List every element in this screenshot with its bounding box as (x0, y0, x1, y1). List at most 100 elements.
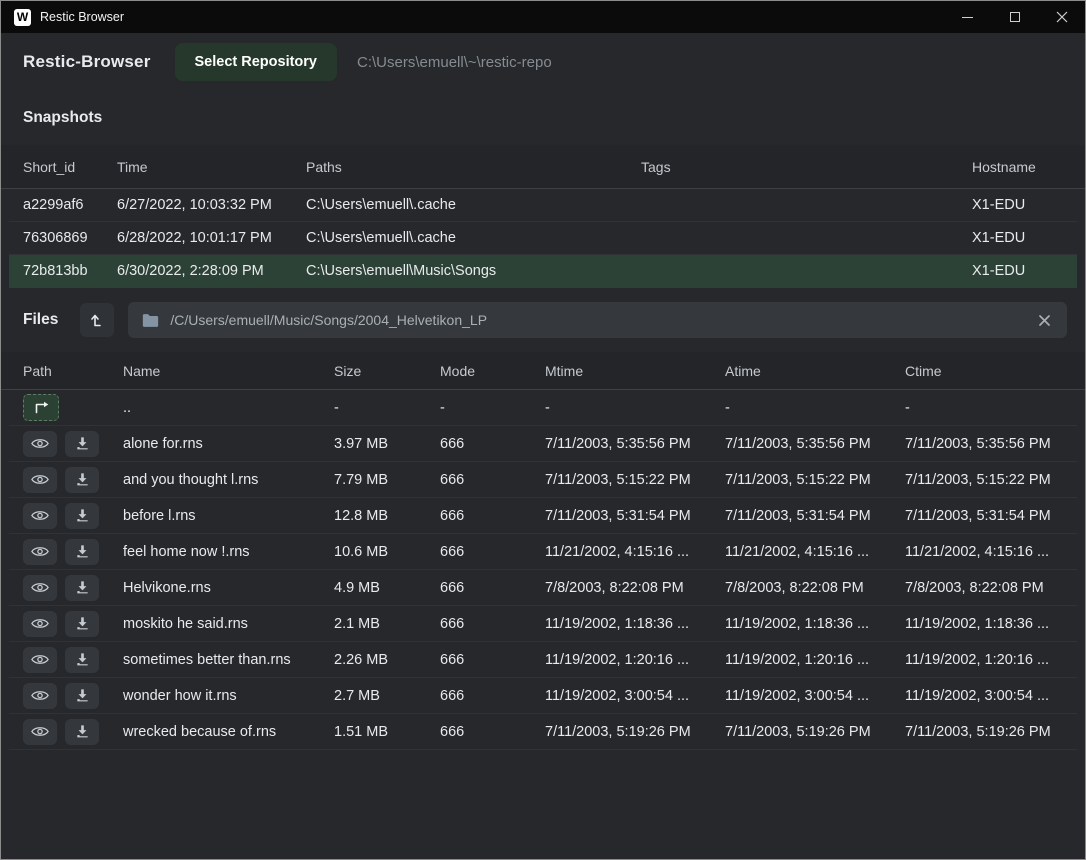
snapshot-row-selected[interactable]: 72b813bb 6/30/2022, 2:28:09 PM C:\Users\… (9, 255, 1077, 288)
column-header-tags: Tags (641, 159, 972, 175)
repository-path: C:\Users\emuell\~\restic-repo (357, 54, 552, 71)
file-row[interactable]: feel home now !.rns 10.6 MB 666 11/21/20… (9, 534, 1077, 570)
column-header-mtime: Mtime (545, 363, 725, 379)
file-row[interactable]: moskito he said.rns 2.1 MB 666 11/19/200… (9, 606, 1077, 642)
file-atime: 7/11/2003, 5:31:54 PM (725, 508, 905, 524)
file-row[interactable]: sometimes better than.rns 2.26 MB 666 11… (9, 642, 1077, 678)
files-toolbar: Files /C/Users/emuell/Music/Songs/2004_H… (1, 300, 1085, 340)
file-ctime: 7/11/2003, 5:31:54 PM (905, 508, 1071, 524)
clear-path-button[interactable] (1036, 312, 1053, 329)
eye-icon (31, 509, 49, 522)
download-file-button[interactable] (65, 719, 99, 745)
column-header-paths: Paths (306, 159, 641, 175)
file-size: 12.8 MB (334, 508, 440, 524)
download-file-button[interactable] (65, 647, 99, 673)
up-directory-button[interactable] (80, 303, 114, 337)
app-header: Restic-Browser Select Repository C:\User… (1, 33, 1085, 91)
file-atime: 7/11/2003, 5:35:56 PM (725, 436, 905, 452)
current-path-input[interactable]: /C/Users/emuell/Music/Songs/2004_Helveti… (128, 302, 1067, 338)
download-file-button[interactable] (65, 611, 99, 637)
download-file-button[interactable] (65, 683, 99, 709)
current-path-value: /C/Users/emuell/Music/Songs/2004_Helveti… (170, 312, 1025, 328)
file-ctime: 7/11/2003, 5:19:26 PM (905, 724, 1071, 740)
column-header-size: Size (334, 363, 440, 379)
file-ctime: 7/8/2003, 8:22:08 PM (905, 580, 1071, 596)
preview-file-button[interactable] (23, 467, 57, 493)
file-name: sometimes better than.rns (123, 652, 334, 668)
preview-file-button[interactable] (23, 539, 57, 565)
preview-file-button[interactable] (23, 611, 57, 637)
download-icon (75, 508, 90, 523)
download-file-button[interactable] (65, 467, 99, 493)
snapshot-short-id: 72b813bb (23, 263, 117, 279)
download-icon (75, 544, 90, 559)
preview-file-button[interactable] (23, 683, 57, 709)
file-ctime: - (905, 400, 1071, 416)
snapshot-row[interactable]: 76306869 6/28/2022, 10:01:17 PM C:\Users… (9, 222, 1077, 255)
snapshot-short-id: a2299af6 (23, 197, 117, 213)
file-size: 2.1 MB (334, 616, 440, 632)
column-header-name: Name (123, 363, 334, 379)
preview-file-button[interactable] (23, 647, 57, 673)
file-row[interactable]: alone for.rns 3.97 MB 666 7/11/2003, 5:3… (9, 426, 1077, 462)
file-name: moskito he said.rns (123, 616, 334, 632)
preview-file-button[interactable] (23, 503, 57, 529)
file-ctime: 11/21/2002, 4:15:16 ... (905, 544, 1071, 560)
file-mode: 666 (440, 652, 545, 668)
download-file-button[interactable] (65, 575, 99, 601)
file-size: 1.51 MB (334, 724, 440, 740)
file-atime: 11/19/2002, 1:18:36 ... (725, 616, 905, 632)
column-header-hostname: Hostname (972, 159, 1071, 175)
snapshots-section-title: Snapshots (1, 91, 1085, 145)
file-row[interactable]: wonder how it.rns 2.7 MB 666 11/19/2002,… (9, 678, 1077, 714)
download-file-button[interactable] (65, 503, 99, 529)
file-mtime: 7/11/2003, 5:31:54 PM (545, 508, 725, 524)
download-icon (75, 724, 90, 739)
eye-icon (31, 689, 49, 702)
eye-icon (31, 545, 49, 558)
file-size: 10.6 MB (334, 544, 440, 560)
file-size: 7.79 MB (334, 472, 440, 488)
file-row[interactable]: wrecked because of.rns 1.51 MB 666 7/11/… (9, 714, 1077, 750)
file-atime: 11/19/2002, 3:00:54 ... (725, 688, 905, 704)
file-row[interactable]: and you thought l.rns 7.79 MB 666 7/11/2… (9, 462, 1077, 498)
maximize-button[interactable] (991, 1, 1038, 33)
file-mode: 666 (440, 616, 545, 632)
preview-file-button[interactable] (23, 575, 57, 601)
file-atime: 7/11/2003, 5:15:22 PM (725, 472, 905, 488)
window-title: Restic Browser (40, 10, 124, 24)
file-atime: 7/8/2003, 8:22:08 PM (725, 580, 905, 596)
go-parent-directory-button[interactable] (23, 394, 59, 421)
up-level-icon (89, 312, 105, 328)
download-icon (75, 688, 90, 703)
file-ctime: 11/19/2002, 1:18:36 ... (905, 616, 1071, 632)
file-atime: - (725, 400, 905, 416)
select-repository-button[interactable]: Select Repository (175, 43, 338, 81)
download-icon (75, 472, 90, 487)
folder-icon (142, 313, 159, 328)
snapshots-table-header: Short_id Time Paths Tags Hostname (1, 145, 1085, 189)
file-size: 4.9 MB (334, 580, 440, 596)
preview-file-button[interactable] (23, 431, 57, 457)
file-row[interactable]: Helvikone.rns 4.9 MB 666 7/8/2003, 8:22:… (9, 570, 1077, 606)
file-name: alone for.rns (123, 436, 334, 452)
column-header-mode: Mode (440, 363, 545, 379)
download-file-button[interactable] (65, 431, 99, 457)
download-file-button[interactable] (65, 539, 99, 565)
column-header-atime: Atime (725, 363, 905, 379)
preview-file-button[interactable] (23, 719, 57, 745)
column-header-short-id: Short_id (23, 159, 117, 175)
page-title: Restic-Browser (23, 52, 151, 72)
file-name: wonder how it.rns (123, 688, 334, 704)
file-row[interactable]: before l.rns 12.8 MB 666 7/11/2003, 5:31… (9, 498, 1077, 534)
file-ctime: 7/11/2003, 5:15:22 PM (905, 472, 1071, 488)
parent-directory-row[interactable]: .. - - - - - (9, 390, 1077, 426)
eye-icon (31, 437, 49, 450)
snapshots-table: a2299af6 6/27/2022, 10:03:32 PM C:\Users… (1, 189, 1085, 288)
close-button[interactable] (1038, 1, 1085, 33)
titlebar-left: W Restic Browser (1, 9, 124, 26)
minimize-button[interactable] (944, 1, 991, 33)
snapshot-paths: C:\Users\emuell\Music\Songs (306, 263, 641, 279)
snapshot-time: 6/30/2022, 2:28:09 PM (117, 263, 306, 279)
snapshot-row[interactable]: a2299af6 6/27/2022, 10:03:32 PM C:\Users… (9, 189, 1077, 222)
